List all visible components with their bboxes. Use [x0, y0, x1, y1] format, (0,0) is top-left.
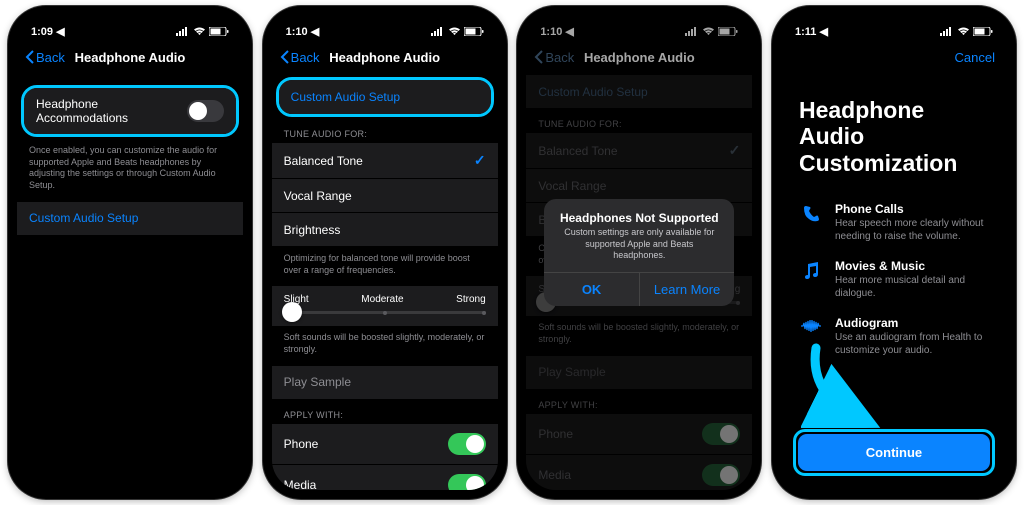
- slider-thumb[interactable]: [282, 302, 302, 322]
- alert-message: Custom settings are only available for s…: [544, 227, 734, 272]
- signal-icon: [940, 27, 954, 36]
- signal-icon: [176, 27, 190, 36]
- nav-bar: Back Headphone Audio: [17, 41, 243, 75]
- apply-media-row[interactable]: Media: [272, 465, 498, 490]
- media-toggle[interactable]: [448, 474, 486, 490]
- phone-2: 1:10 ◀ Back Headphone Audio Custom Audio…: [263, 6, 507, 499]
- phone-icon: [799, 202, 823, 224]
- wifi-icon: [957, 27, 970, 36]
- continue-button[interactable]: Continue: [798, 434, 990, 471]
- accommodations-toggle[interactable]: [187, 100, 224, 122]
- option-balanced[interactable]: Balanced Tone✓: [272, 143, 498, 179]
- pointer-arrow-icon: [801, 338, 891, 428]
- alert-learn-button[interactable]: Learn More: [640, 273, 735, 306]
- check-icon: ✓: [474, 152, 486, 169]
- feature-title: Audiogram: [835, 316, 989, 330]
- option-vocal[interactable]: Vocal Range: [272, 179, 498, 213]
- accommodations-desc: Once enabled, you can customize the audi…: [17, 139, 243, 202]
- feature-title: Movies & Music: [835, 259, 989, 273]
- alert-dialog: Headphones Not Supported Custom settings…: [544, 199, 734, 306]
- feature-phone-calls: Phone Calls Hear speech more clearly wit…: [781, 194, 1007, 251]
- music-icon: [799, 259, 823, 281]
- highlight-continue: Continue: [793, 429, 995, 476]
- cancel-button[interactable]: Cancel: [955, 50, 995, 65]
- feature-movies-music: Movies & Music Hear more musical detail …: [781, 251, 1007, 308]
- phone-1: 1:09 ◀ Back Headphone Audio Headphone Ac…: [8, 6, 252, 499]
- headphone-accommodations-row[interactable]: Headphone Accommodations: [24, 88, 236, 134]
- feature-desc: Hear speech more clearly without needing…: [835, 217, 989, 243]
- wifi-icon: [448, 27, 461, 36]
- tune-desc: Optimizing for balanced tone will provid…: [272, 247, 498, 286]
- boost-slider[interactable]: [284, 311, 486, 314]
- feature-title: Phone Calls: [835, 202, 989, 216]
- feature-desc: Hear more musical detail and dialogue.: [835, 274, 989, 300]
- signal-icon: [431, 27, 445, 36]
- boost-desc: Soft sounds will be boosted slightly, mo…: [272, 326, 498, 365]
- alert-overlay: Headphones Not Supported Custom settings…: [526, 15, 752, 490]
- toggle-label: Headphone Accommodations: [36, 97, 187, 125]
- custom-audio-setup-link[interactable]: Custom Audio Setup: [17, 202, 243, 236]
- boost-slider-row: SlightModerateStrong: [272, 286, 498, 326]
- apply-phone-row[interactable]: Phone: [272, 424, 498, 465]
- tune-header: TUNE AUDIO FOR:: [272, 119, 498, 143]
- page-title: Headphone Audio Customization: [781, 75, 1007, 194]
- page-title: Headphone Audio: [272, 50, 498, 65]
- wifi-icon: [193, 27, 206, 36]
- battery-icon: [209, 27, 229, 36]
- option-brightness[interactable]: Brightness: [272, 213, 498, 247]
- audiogram-icon: [799, 316, 823, 334]
- alert-title: Headphones Not Supported: [544, 199, 734, 227]
- highlight-accommodations: Headphone Accommodations: [21, 85, 239, 137]
- battery-icon: [464, 27, 484, 36]
- phone-toggle[interactable]: [448, 433, 486, 455]
- highlight-custom-setup: Custom Audio Setup: [276, 77, 494, 117]
- phone-3: 1:10 ◀ Back Headphone Audio Custom Audio…: [517, 6, 761, 499]
- phone-4: 1:11 ◀ Cancel Headphone Audio Customizat…: [772, 6, 1016, 499]
- apply-header: APPLY WITH:: [272, 400, 498, 424]
- nav-bar: Back Headphone Audio: [272, 41, 498, 75]
- custom-audio-setup-link[interactable]: Custom Audio Setup: [279, 80, 491, 114]
- battery-icon: [973, 27, 993, 36]
- play-sample-button[interactable]: Play Sample: [272, 366, 498, 400]
- alert-ok-button[interactable]: OK: [544, 273, 640, 306]
- nav-bar: Cancel: [781, 41, 1007, 75]
- page-title: Headphone Audio: [17, 50, 243, 65]
